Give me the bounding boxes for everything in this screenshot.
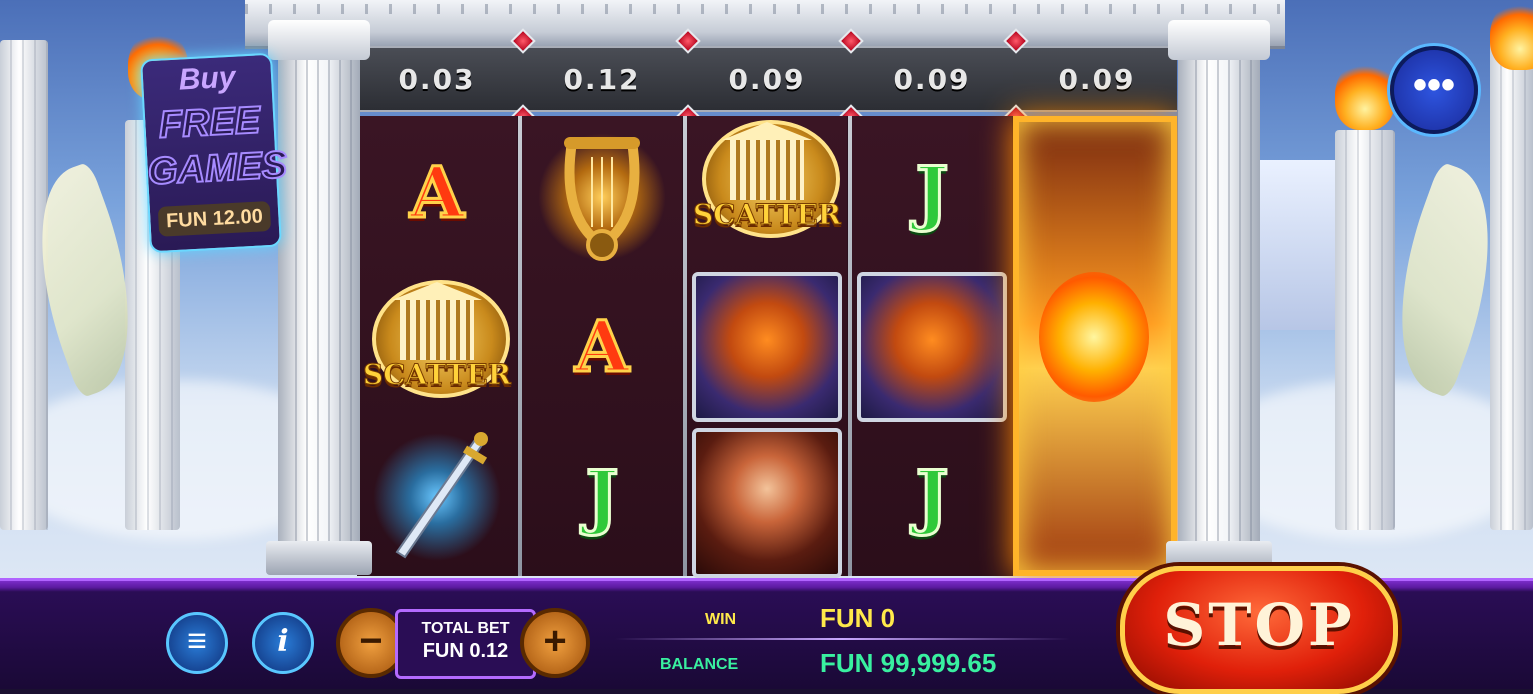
torch-flame-icon <box>1335 60 1395 130</box>
buy-price: FUN 12.00 <box>157 200 272 237</box>
letter-j: J <box>584 455 620 538</box>
letter-a: A <box>573 305 630 388</box>
symbol-j: J <box>857 422 1007 572</box>
scatter-label: SCATTER <box>693 198 842 232</box>
symbol-scatter: SCATTER <box>692 112 842 262</box>
symbol-a: A <box>527 272 677 422</box>
symbol-hero <box>692 428 842 578</box>
fire-orb-icon <box>1039 272 1149 402</box>
buy-label: Buy <box>177 60 237 97</box>
total-bet-label: TOTAL BET <box>421 620 510 637</box>
left-pillar <box>266 20 372 575</box>
background-column <box>1335 130 1395 530</box>
reel-multiplier: 0.12 <box>563 62 641 96</box>
hamburger-menu-button[interactable]: ≡ <box>166 612 228 674</box>
scatter-label: SCATTER <box>363 358 512 392</box>
reel-5-spinning-fire <box>1013 116 1177 576</box>
reel-multiplier: 0.09 <box>728 62 806 96</box>
symbol-j: J <box>527 422 677 572</box>
lyre-harp-icon <box>527 122 677 272</box>
torch-flame-icon <box>1490 0 1533 70</box>
stop-spin-button[interactable]: STOP <box>1120 566 1398 694</box>
reel-multiplier: 0.09 <box>1058 62 1136 96</box>
letter-j: J <box>914 151 950 234</box>
letter-j: J <box>914 455 950 538</box>
multiplier-bar: 0.03 0.12 0.09 0.09 0.09 <box>357 46 1177 112</box>
symbol-phoenix <box>857 272 1007 422</box>
total-bet-value: FUN 0.12 <box>422 640 509 662</box>
info-button[interactable]: i <box>252 612 314 674</box>
phoenix-icon <box>857 272 1007 422</box>
free-label: FREE <box>157 98 262 147</box>
reel-multiplier: 0.03 <box>398 62 476 96</box>
balance-label: BALANCE <box>660 656 739 673</box>
minus-icon: − <box>359 619 383 663</box>
plus-icon: + <box>543 619 567 663</box>
sword-icon <box>362 422 512 572</box>
win-value: FUN 0 <box>820 603 896 633</box>
letter-a: A <box>408 151 465 234</box>
hamburger-icon: ≡ <box>187 622 207 660</box>
hero-portrait-icon <box>692 428 842 578</box>
right-pillar <box>1166 20 1272 575</box>
temple-roof <box>245 0 1285 49</box>
info-icon: i <box>277 624 289 659</box>
more-options-button[interactable]: ••• <box>1390 46 1478 134</box>
total-bet-display: TOTAL BET FUN 0.12 <box>395 609 536 679</box>
divider <box>615 638 1070 640</box>
reel-multiplier: 0.09 <box>893 62 971 96</box>
symbol-j: J <box>857 118 1007 268</box>
balance-value: FUN 99,999.65 <box>820 648 997 678</box>
symbol-a: A <box>362 118 512 268</box>
scatter-temple-icon: SCATTER <box>362 272 512 422</box>
symbol-phoenix <box>692 272 842 422</box>
games-label: GAMES <box>146 143 289 194</box>
scatter-temple-icon: SCATTER <box>692 112 842 262</box>
background-column <box>0 40 48 530</box>
background-column <box>1490 40 1533 530</box>
buy-free-games-button[interactable]: Buy FREE GAMES FUN 12.00 <box>140 52 289 254</box>
increase-bet-button[interactable]: + <box>520 608 590 678</box>
symbol-scatter: SCATTER <box>362 272 512 422</box>
phoenix-icon <box>692 272 842 422</box>
win-label: WIN <box>705 611 737 628</box>
